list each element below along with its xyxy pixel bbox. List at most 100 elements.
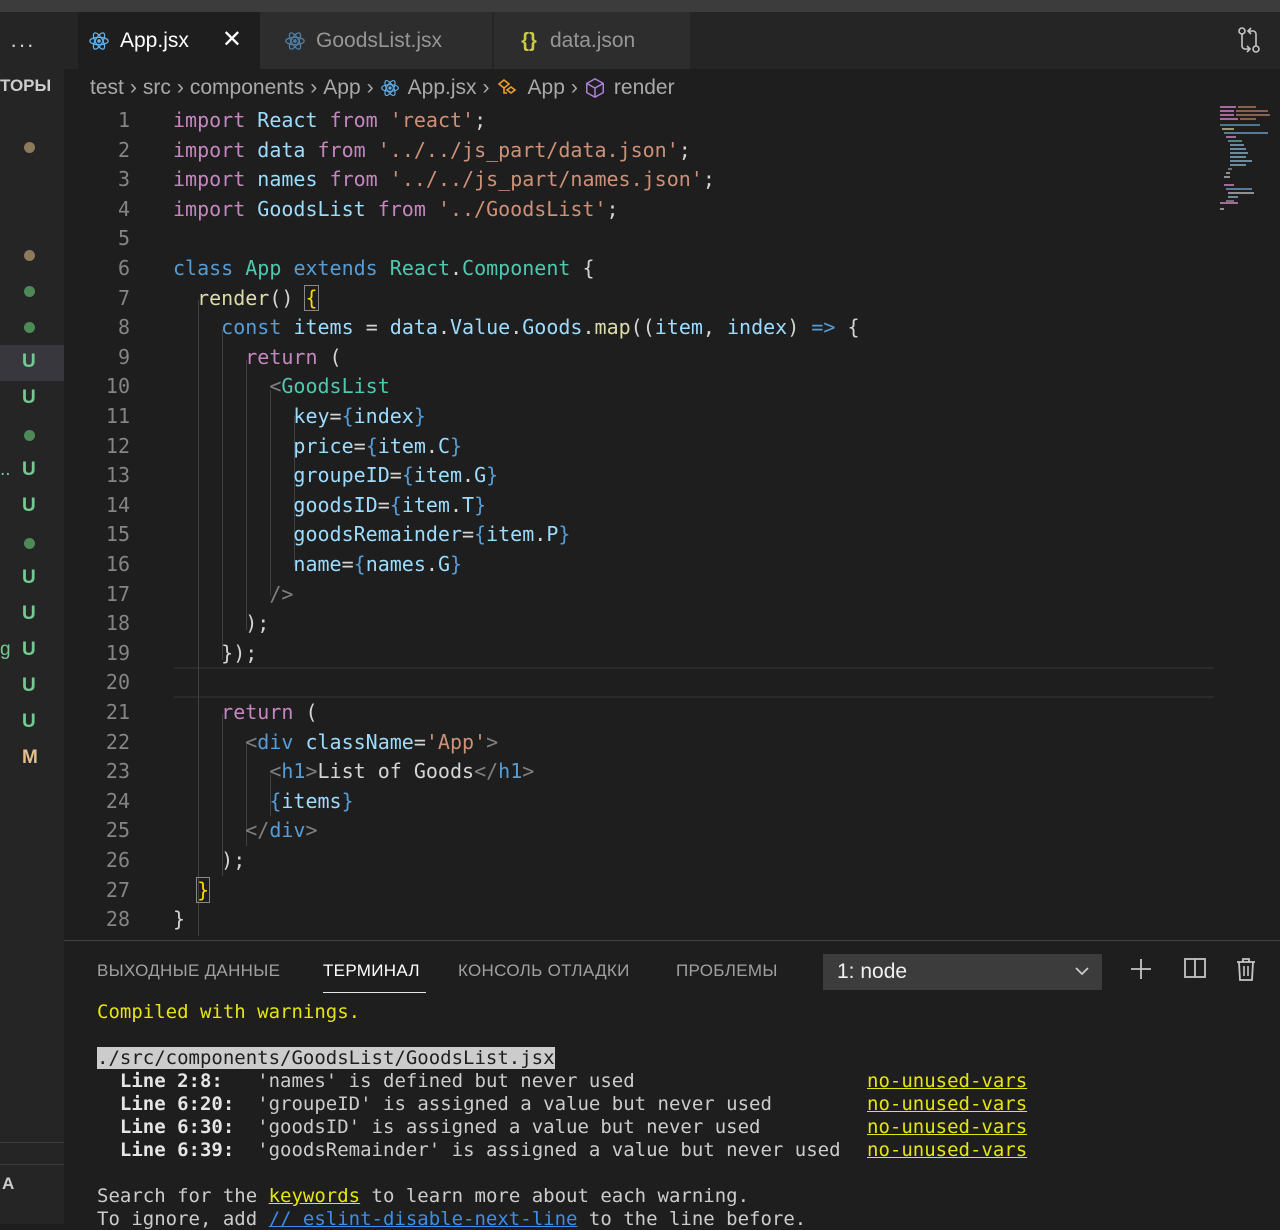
sidebar-divider	[0, 1164, 64, 1165]
code-line: import names from '../../js_part/names.j…	[173, 167, 715, 191]
tab-label: App.jsx	[120, 28, 189, 52]
code-line: goodsRemainder={item.P}	[173, 522, 570, 546]
minimap[interactable]	[1218, 104, 1280, 214]
sidebar-file-row[interactable]: U	[0, 561, 64, 597]
code-token: =	[341, 552, 354, 576]
git-status-dot-icon	[24, 286, 35, 297]
tab-label: data.json	[550, 28, 636, 52]
code-token: =	[353, 315, 390, 340]
class-icon	[497, 78, 516, 94]
code-token: (	[293, 700, 318, 724]
code-line: name={names.G}	[173, 552, 462, 576]
git-compare-icon[interactable]	[1236, 26, 1262, 54]
code-token: ;	[606, 196, 619, 221]
warning-location: Line 6:30:	[119, 1116, 235, 1138]
sidebar-file-row[interactable]	[0, 417, 64, 453]
code-line: return (	[173, 345, 341, 369]
sidebar-file-row[interactable]	[0, 273, 64, 309]
tab-terminal[interactable]: ТЕРМИНАЛ	[323, 961, 420, 981]
git-status-dot-icon	[24, 142, 35, 153]
sidebar-file-row[interactable]: M	[0, 741, 64, 777]
code-line: import React from 'react';	[173, 108, 486, 132]
chevron-right-icon: ›	[176, 76, 184, 99]
split-icon[interactable]	[1183, 956, 1207, 980]
code-line: {items}	[173, 788, 353, 813]
breadcrumb-item[interactable]: test	[90, 76, 124, 100]
code-token: P	[546, 522, 559, 547]
warning-rule-link[interactable]: no-unused-vars	[867, 1070, 1027, 1092]
warning-rule-link[interactable]: no-unused-vars	[867, 1093, 1027, 1115]
git-status-dot-icon	[24, 538, 35, 549]
sidebar-file-row[interactable]	[0, 525, 64, 561]
editor-tab-bar: App.jsx ✕ GoodsList.jsx {} data.json	[64, 12, 1280, 69]
sidebar-section-heading[interactable]: А	[2, 1174, 14, 1194]
sidebar-file-row[interactable]	[0, 237, 64, 273]
warning-rule-link[interactable]: no-unused-vars	[867, 1116, 1027, 1138]
sidebar-file-row[interactable]: U	[0, 489, 64, 525]
more-actions-icon[interactable]: ···	[10, 32, 35, 58]
code-token: App	[245, 256, 282, 280]
terminal-select[interactable]: 1: node	[823, 954, 1102, 990]
code-token: React	[257, 108, 318, 132]
line-number: 23	[105, 759, 130, 784]
breadcrumb-item[interactable]: render	[614, 76, 675, 100]
warning-rule-link[interactable]: no-unused-vars	[867, 1139, 1027, 1161]
code-token: index	[727, 315, 788, 340]
tab-output[interactable]: ВЫХОДНЫЕ ДАННЫЕ	[97, 961, 280, 981]
sidebar-file-row[interactable]: gU	[0, 633, 64, 669]
code-token: import	[173, 108, 246, 132]
chevron-right-icon: ›	[310, 76, 318, 99]
tab-problems[interactable]: ПРОБЛЕМЫ	[676, 961, 778, 981]
trash-icon[interactable]	[1234, 956, 1258, 982]
chevron-right-icon: ›	[570, 76, 578, 99]
code-token: );	[173, 611, 270, 636]
code-token: </	[245, 818, 270, 843]
code-token: h1	[498, 759, 523, 784]
method-cube-icon	[585, 77, 604, 99]
sidebar-file-row[interactable]: U	[0, 597, 64, 633]
code-token: items	[281, 788, 342, 813]
tab-app-jsx[interactable]: App.jsx ✕	[78, 12, 260, 69]
code-token: .	[462, 463, 475, 488]
keywords-link[interactable]: keywords	[269, 1185, 361, 1207]
code-token: item	[377, 433, 426, 458]
plus-icon[interactable]	[1128, 956, 1154, 982]
code-token: Component	[462, 256, 571, 280]
code-token: data	[389, 315, 438, 340]
code-token: h1	[281, 759, 306, 784]
breadcrumb-item[interactable]: src	[143, 76, 171, 100]
eslint-disable-link[interactable]: // eslint-disable-next-line	[269, 1208, 578, 1230]
code-token: {	[835, 315, 860, 340]
git-status-badge: U	[22, 351, 36, 372]
close-icon[interactable]: ✕	[222, 28, 242, 52]
sidebar-file-row[interactable]	[0, 129, 64, 165]
code-token: groupeID	[293, 463, 390, 488]
sidebar-file-row[interactable]: U	[0, 381, 64, 417]
sidebar-file-row[interactable]: U	[0, 705, 64, 741]
sidebar-file-row[interactable]: U	[0, 345, 64, 381]
code-token: goodsRemainder	[293, 522, 462, 547]
code-editor[interactable]: 1 2 3 4 5 6 7 8 9 10 11 12 13 14 15 16 17 18 19 20 21 22 23 24 2…	[64, 104, 1214, 940]
tab-debug-console[interactable]: КОНСОЛЬ ОТЛАДКИ	[458, 961, 630, 981]
code-token: item	[413, 463, 463, 488]
code-token: }	[474, 492, 487, 517]
warning-location: Line 6:20:	[119, 1093, 235, 1115]
git-status-badge: U	[22, 459, 36, 480]
code-token: GoodsList	[257, 196, 366, 221]
code-token: ;	[702, 167, 715, 192]
breadcrumb-item[interactable]: App	[528, 76, 565, 100]
breadcrumb-item[interactable]: components	[190, 76, 304, 100]
breadcrumb-item[interactable]: App.jsx	[408, 76, 477, 100]
sidebar-file-row[interactable]: U	[0, 669, 64, 705]
sidebar-file-row[interactable]	[0, 309, 64, 345]
breadcrumb-item[interactable]: App	[323, 76, 360, 100]
code-token: {	[353, 552, 366, 576]
tab-goodslist-jsx[interactable]: GoodsList.jsx	[260, 12, 492, 69]
sidebar-file-row[interactable]: .. U	[0, 453, 64, 489]
tab-data-json[interactable]: {} data.json	[494, 12, 690, 69]
